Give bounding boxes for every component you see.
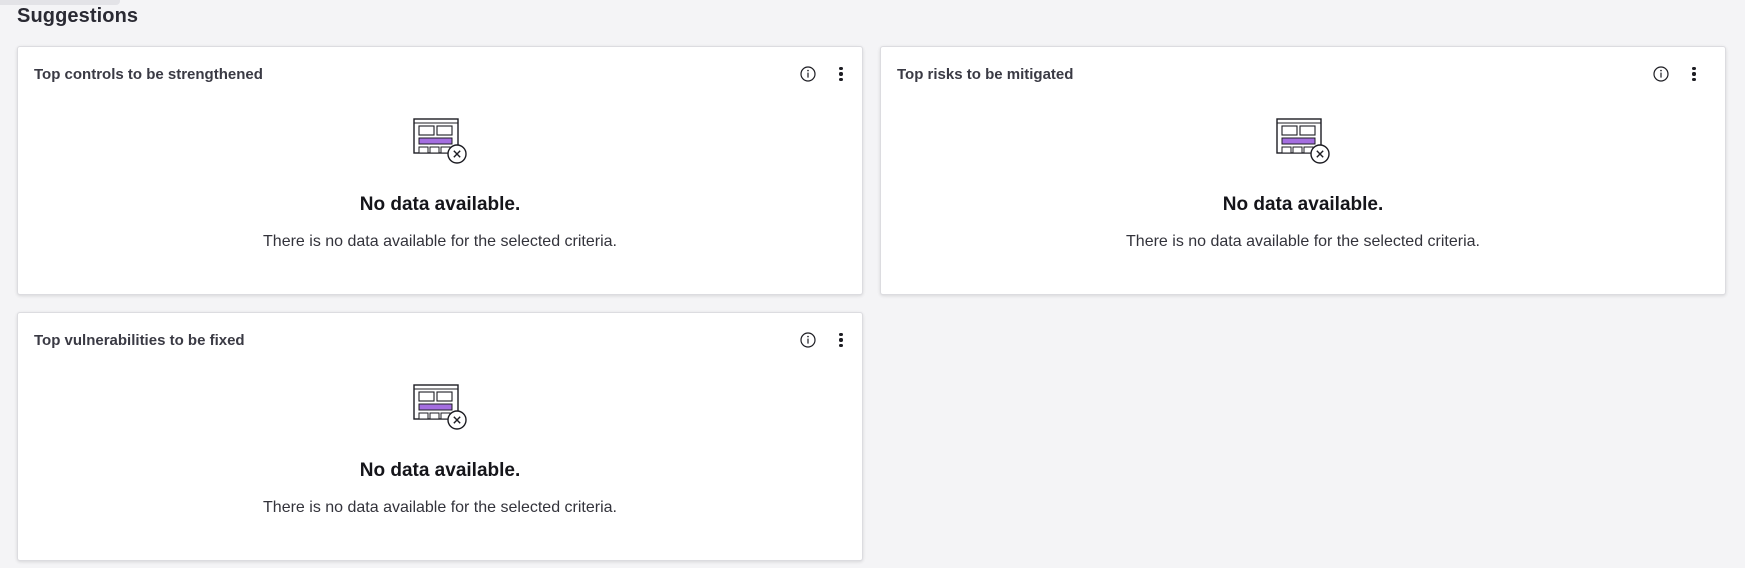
info-icon[interactable] <box>799 331 817 349</box>
more-vertical-icon[interactable] <box>1683 63 1705 85</box>
empty-state-description: There is no data available for the selec… <box>263 499 617 516</box>
card-title: Top risks to be mitigated <box>897 66 1074 83</box>
empty-state-title: No data available. <box>1222 194 1384 215</box>
no-data-illustration <box>1276 118 1330 164</box>
more-vertical-icon[interactable] <box>830 63 852 85</box>
suggestions-page: Suggestions Top controls to be strengthe… <box>0 0 1745 568</box>
more-vertical-icon[interactable] <box>830 329 852 351</box>
card-top-vulnerabilities: Top vulnerabilities to be fixed No data … <box>17 312 863 561</box>
empty-state-title: No data available. <box>359 460 521 481</box>
empty-state-title: No data available. <box>359 194 521 215</box>
info-icon[interactable] <box>799 65 817 83</box>
no-data-illustration <box>413 118 467 164</box>
no-data-illustration <box>413 384 467 430</box>
card-title: Top controls to be strengthened <box>34 66 263 83</box>
card-top-risks: Top risks to be mitigated No data availa… <box>880 46 1726 295</box>
info-icon[interactable] <box>1652 65 1670 83</box>
card-title: Top vulnerabilities to be fixed <box>34 332 245 349</box>
card-top-controls: Top controls to be strengthened No data … <box>17 46 863 295</box>
empty-state-description: There is no data available for the selec… <box>263 233 617 250</box>
page-title: Suggestions <box>17 5 139 27</box>
empty-state-description: There is no data available for the selec… <box>1126 233 1480 250</box>
